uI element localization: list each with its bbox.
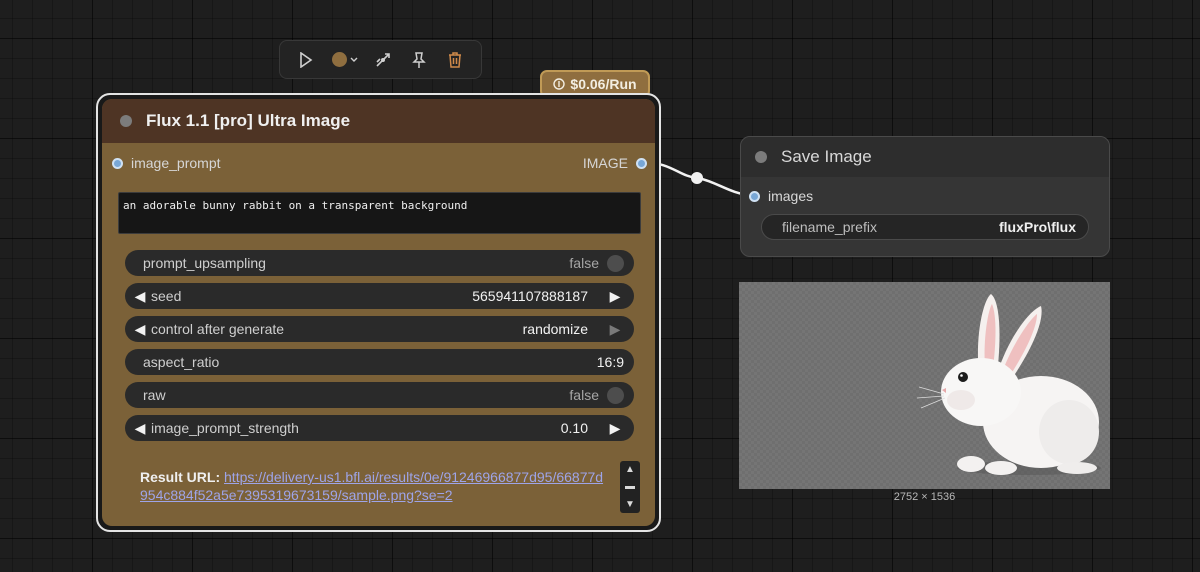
prompt-textarea[interactable]: an adorable bunny rabbit on a transparen… [118, 192, 641, 234]
widget-label: seed [151, 288, 182, 304]
widget-label: prompt_upsampling [143, 255, 266, 271]
image-preview[interactable] [739, 282, 1110, 489]
widget-label: image_prompt_strength [151, 420, 299, 436]
decrement-arrow-icon[interactable]: ◀ [131, 420, 149, 437]
node-title: Save Image [781, 147, 872, 166]
input-port-icon[interactable] [112, 157, 123, 169]
scroll-down-icon[interactable]: ▼ [625, 499, 635, 510]
widget-value[interactable]: 16:9 [597, 354, 624, 370]
filename-prefix-field[interactable]: filename_prefix fluxPro\flux [761, 214, 1089, 240]
decrement-arrow-icon[interactable]: ◀ [131, 288, 149, 305]
widget-value[interactable]: randomize [523, 321, 588, 337]
node-toolbar [279, 40, 482, 79]
widget-label: filename_prefix [782, 219, 877, 235]
widget-value: false [569, 387, 599, 403]
widget-value[interactable]: fluxPro\flux [999, 219, 1076, 235]
delete-icon[interactable] [440, 45, 470, 75]
raw-toggle[interactable]: raw false [125, 382, 634, 408]
cost-label: $0.06/Run [570, 76, 637, 92]
increment-arrow-icon[interactable]: ▶ [606, 420, 624, 437]
play-icon[interactable] [291, 45, 321, 75]
decrement-arrow-icon[interactable]: ◀ [131, 321, 149, 338]
flux-ultra-node[interactable]: Flux 1.1 [pro] Ultra Image image_prompt … [96, 93, 661, 532]
bypass-icon[interactable] [368, 45, 398, 75]
text-scroller[interactable]: ▲ ▬ ▼ [620, 461, 640, 513]
input-port-icon[interactable] [749, 190, 760, 202]
control-after-generate-widget[interactable]: ◀ control after generate randomize ▶ [125, 316, 634, 342]
widget-value[interactable]: 0.10 [561, 420, 588, 436]
image-prompt-strength-widget[interactable]: ◀ image_prompt_strength 0.10 ▶ [125, 415, 634, 441]
result-url-block: Result URL: https://delivery-us1.bfl.ai/… [140, 469, 610, 504]
scroll-up-icon[interactable]: ▲ [625, 464, 635, 475]
widget-label: aspect_ratio [143, 354, 220, 370]
increment-arrow-icon[interactable]: ▶ [606, 288, 624, 305]
increment-arrow-icon[interactable]: ▶ [606, 321, 624, 338]
seed-widget[interactable]: ◀ seed 565941107888187 ▶ [125, 283, 634, 309]
node-header[interactable]: Flux 1.1 [pro] Ultra Image [102, 99, 655, 143]
collapse-dot-icon[interactable] [755, 151, 767, 163]
result-label: Result URL: [140, 469, 221, 485]
input-label: image_prompt [131, 155, 221, 171]
output-port-icon[interactable] [636, 157, 647, 169]
aspect-ratio-widget[interactable]: aspect_ratio 16:9 [125, 349, 634, 375]
widget-value[interactable]: 565941107888187 [472, 288, 588, 304]
input-label: images [768, 188, 814, 204]
widget-value: false [569, 255, 599, 271]
toggle-knob-icon[interactable] [607, 386, 624, 404]
bunny-image [916, 294, 1101, 475]
output-label: IMAGE [582, 155, 628, 171]
collapse-dot-icon[interactable] [120, 115, 132, 127]
image-dimensions: 2752 × 1536 [893, 491, 956, 503]
toggle-knob-icon[interactable] [607, 254, 624, 272]
color-picker-icon[interactable] [327, 45, 363, 75]
widget-label: control after generate [151, 321, 285, 337]
node-title: Flux 1.1 [pro] Ultra Image [146, 111, 351, 130]
pin-icon[interactable] [404, 45, 434, 75]
node-header[interactable]: Save Image [741, 137, 1109, 177]
save-image-node[interactable]: Save Image images filename_prefix fluxPr… [740, 136, 1110, 257]
widget-label: raw [143, 387, 166, 403]
prompt-upsampling-toggle[interactable]: prompt_upsampling false [125, 250, 634, 276]
scroll-middle-icon: ▬ [625, 481, 635, 493]
coin-icon [553, 78, 566, 90]
